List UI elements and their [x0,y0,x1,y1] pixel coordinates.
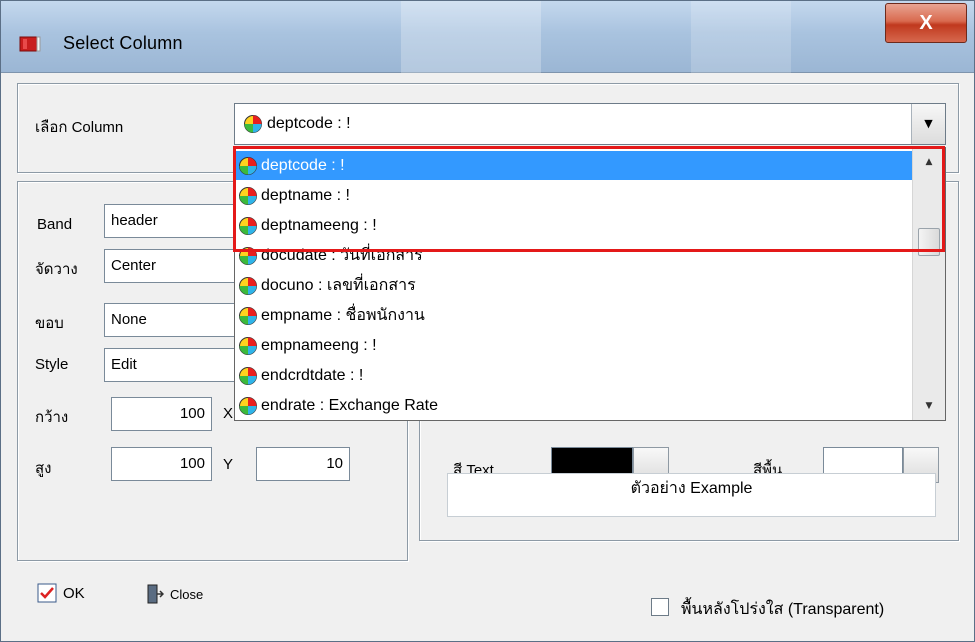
dropdown-item[interactable]: deptnameeng : ! [235,211,912,240]
dropdown-item-text: empname : ชื่อพนักงาน [261,307,425,324]
dropdown-item[interactable]: deptname : ! [235,181,912,210]
dropdown-item-text: docuno : เลขที่เอกสาร [261,277,416,294]
align-field[interactable]: Center [104,249,244,283]
transparent-label: พื้นหลังโปร่งใส (Transparent) [681,601,885,618]
style-field[interactable]: Edit [104,348,244,382]
ok-label: OK [63,584,85,602]
height-field[interactable]: 100 [111,447,212,481]
chevron-down-icon[interactable]: ▼ [911,104,945,144]
dropdown-item[interactable]: empname : ชื่อพนักงาน [235,301,912,330]
scroll-down-icon[interactable]: ▼ [913,394,945,418]
close-window-button[interactable]: X [885,3,967,43]
dropdown-item[interactable]: deptcode : ! [235,151,912,180]
dropdown-scrollbar[interactable]: ▲ ▼ [912,148,945,420]
combobox-text: deptcode : ! [267,115,351,132]
width-field[interactable]: 100 [111,397,212,431]
border-field[interactable]: None [104,303,244,337]
dropdown-item-text: endcrdtdate : ! [261,367,364,384]
door-exit-icon [147,584,164,604]
field-icon [239,276,257,295]
field-icon [239,186,257,205]
align-label: จัดวาง [35,261,78,278]
dropdown-item[interactable]: docuno : เลขที่เอกสาร [235,271,912,300]
dropdown-item-text: empnameeng : ! [261,337,377,354]
field-icon [239,396,257,415]
dropdown-item[interactable]: empnameeng : ! [235,331,912,360]
dropdown-item[interactable]: endcrdtdate : ! [235,361,912,390]
close-button[interactable]: Close [146,583,203,605]
x-label: X [223,405,234,422]
titlebar-glass-right [691,1,791,73]
style-label: Style [35,356,69,373]
dropdown-item-text: docudate : วันที่เอกสาร [261,247,423,264]
dropdown-item[interactable]: endrate : Exchange Rate [235,391,912,420]
height-label: สูง [35,460,52,477]
dropdown-item-text: endrate : Exchange Rate [261,397,439,414]
close-label: Close [170,586,204,602]
y-field[interactable]: 10 [256,447,350,481]
book-icon [19,36,41,52]
select-column-dialog: Select Column X เลือก Column deptcode : … [0,0,975,642]
border-label: ขอบ [35,315,64,332]
checkmark-icon [37,583,57,603]
band-label: Band [37,216,73,233]
field-icon [239,156,257,175]
width-label: กว้าง [35,409,69,426]
titlebar-glass-left [401,1,541,73]
column-dropdown-list[interactable]: deptcode : ! deptname : ! deptnameeng : … [234,147,946,421]
y-label: Y [223,456,234,473]
example-preview: ตัวอย่าง Example [447,473,936,517]
dropdown-item-text: deptnameeng : ! [261,217,377,234]
dropdown-item-text: deptname : ! [261,187,350,204]
column-combobox[interactable]: deptcode : ! ▼ [234,103,946,145]
field-icon [244,114,262,133]
field-icon [239,336,257,355]
band-field[interactable]: header [104,204,244,238]
combobox-value: deptcode : ! [243,104,351,144]
field-icon [239,246,257,265]
scroll-up-icon[interactable]: ▲ [913,150,945,174]
ok-button[interactable]: OK [37,583,85,603]
scrollbar-thumb[interactable] [918,228,940,256]
field-icon [239,366,257,385]
field-icon [239,216,257,235]
window-title: Select Column [63,33,183,53]
dropdown-item[interactable]: docudate : วันที่เอกสาร [235,241,912,270]
title-bar[interactable]: Select Column X [1,1,974,73]
select-column-label: เลือก Column [35,119,124,136]
dropdown-item-text: deptcode : ! [261,157,345,174]
transparent-checkbox[interactable] [651,598,669,616]
field-icon [239,306,257,325]
